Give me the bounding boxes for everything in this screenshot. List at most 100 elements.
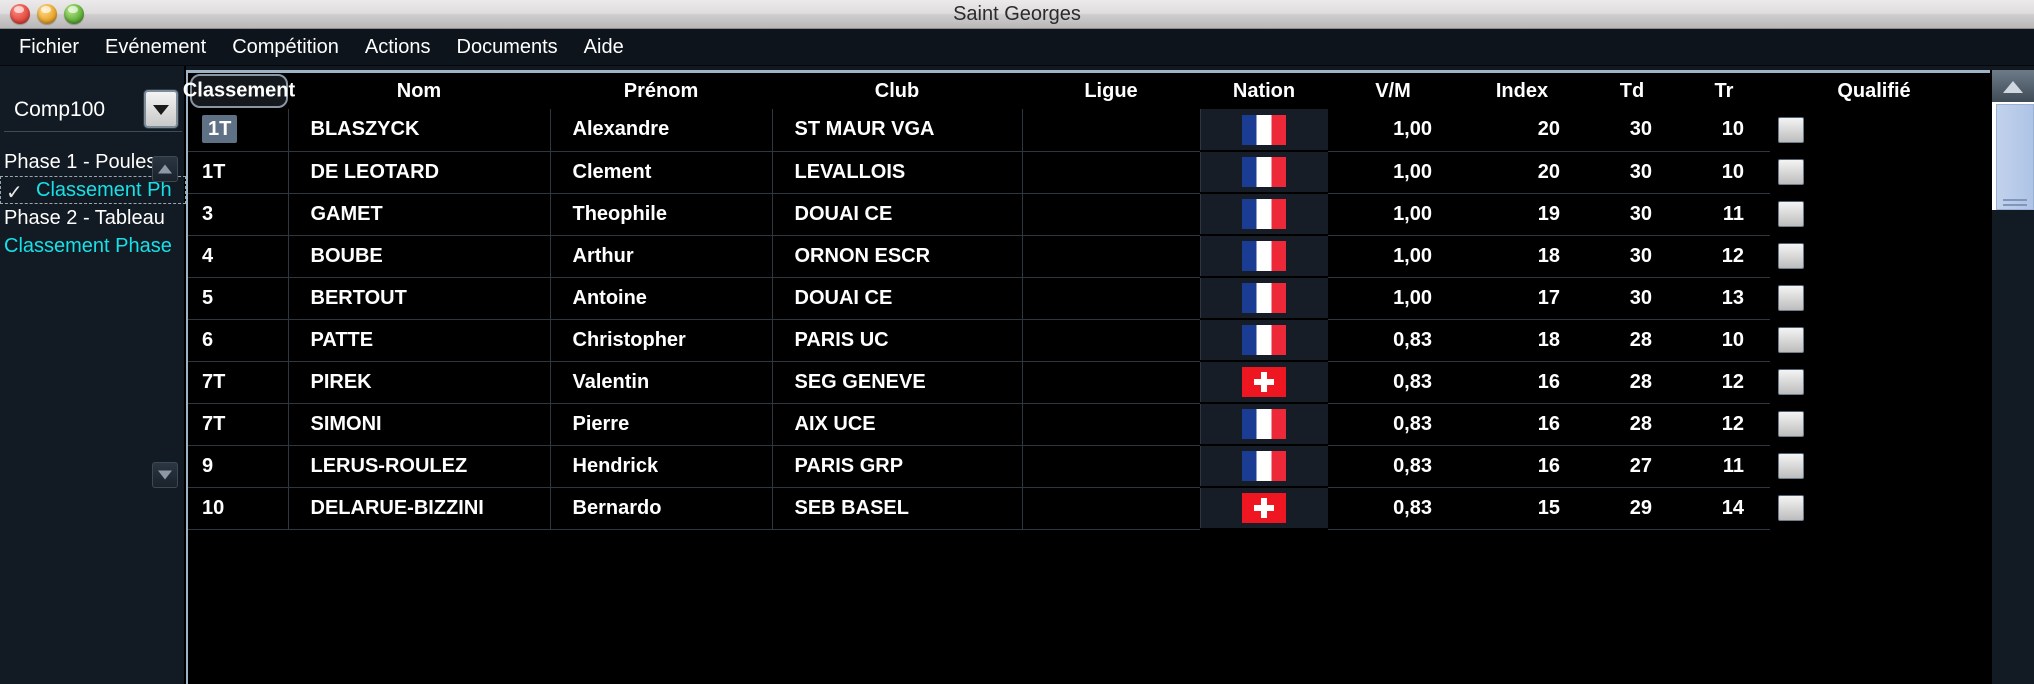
tree-item-phase-2[interactable]: Phase 2 - Tableau: [0, 204, 186, 232]
cell-classement[interactable]: 10: [188, 487, 289, 530]
cell-prenom[interactable]: Alexandre: [550, 109, 773, 152]
cell-prenom[interactable]: Christopher: [550, 319, 773, 362]
column-header-club[interactable]: Club: [772, 73, 1022, 109]
cell-vm[interactable]: 1,00: [1328, 151, 1458, 194]
cell-nation[interactable]: [1200, 487, 1328, 530]
cell-qualifie[interactable]: [1770, 193, 1978, 236]
cell-vm[interactable]: 0,83: [1328, 319, 1458, 362]
cell-td[interactable]: 30: [1586, 235, 1678, 278]
table-row[interactable]: 6 PATTE Christopher PARIS UC 0,83 18 28 10: [188, 319, 1978, 362]
cell-nation[interactable]: [1200, 361, 1328, 404]
cell-ligue[interactable]: [1022, 403, 1201, 446]
scroll-up-arrow-icon[interactable]: [1992, 70, 2034, 102]
table-row[interactable]: 4 BOUBE Arthur ORNON ESCR 1,00 18 30 12: [188, 235, 1978, 278]
cell-club[interactable]: AIX UCE: [772, 403, 1023, 446]
cell-classement[interactable]: 7T: [188, 361, 289, 404]
table-row[interactable]: 9 LERUS-ROULEZ Hendrick PARIS GRP 0,83 16 27 11: [188, 445, 1978, 488]
cell-index[interactable]: 16: [1458, 361, 1586, 404]
cell-vm[interactable]: 1,00: [1328, 277, 1458, 320]
table-row[interactable]: 5 BERTOUT Antoine DOUAI CE 1,00 17 30 13: [188, 277, 1978, 320]
qualifie-checkbox[interactable]: [1778, 411, 1804, 437]
qualifie-checkbox[interactable]: [1778, 495, 1804, 521]
cell-qualifie[interactable]: [1770, 277, 1978, 320]
menu-item-aide[interactable]: Aide: [571, 34, 637, 61]
cell-td[interactable]: 30: [1586, 151, 1678, 194]
cell-club[interactable]: PARIS UC: [772, 319, 1023, 362]
cell-nation[interactable]: [1200, 277, 1328, 320]
cell-classement[interactable]: 1T: [188, 109, 289, 152]
cell-nation[interactable]: [1200, 445, 1328, 488]
cell-vm[interactable]: 1,00: [1328, 193, 1458, 236]
cell-qualifie[interactable]: [1770, 235, 1978, 278]
cell-nation[interactable]: [1200, 109, 1328, 152]
cell-index[interactable]: 17: [1458, 277, 1586, 320]
cell-nation[interactable]: [1200, 403, 1328, 446]
cell-classement[interactable]: 9: [188, 445, 289, 488]
cell-ligue[interactable]: [1022, 319, 1201, 362]
cell-tr[interactable]: 14: [1678, 487, 1770, 530]
qualifie-checkbox[interactable]: [1778, 159, 1804, 185]
cell-prenom[interactable]: Valentin: [550, 361, 773, 404]
cell-club[interactable]: DOUAI CE: [772, 193, 1023, 236]
menu-item-documents[interactable]: Documents: [444, 34, 571, 61]
sidebar-scroll-up-arrow[interactable]: [152, 156, 178, 182]
cell-td[interactable]: 30: [1586, 193, 1678, 236]
cell-td[interactable]: 29: [1586, 487, 1678, 530]
cell-qualifie[interactable]: [1770, 445, 1978, 488]
cell-ligue[interactable]: [1022, 109, 1201, 152]
competition-selector[interactable]: Comp100: [4, 88, 182, 132]
column-header-vm[interactable]: V/M: [1328, 73, 1458, 109]
cell-prenom[interactable]: Antoine: [550, 277, 773, 320]
cell-club[interactable]: SEG GENEVE: [772, 361, 1023, 404]
cell-td[interactable]: 28: [1586, 361, 1678, 404]
cell-nom[interactable]: LERUS-ROULEZ: [288, 445, 551, 488]
cell-ligue[interactable]: [1022, 151, 1201, 194]
qualifie-checkbox[interactable]: [1778, 116, 1804, 143]
cell-td[interactable]: 30: [1586, 277, 1678, 320]
cell-nom[interactable]: DE LEOTARD: [288, 151, 551, 194]
cell-td[interactable]: 27: [1586, 445, 1678, 488]
cell-index[interactable]: 18: [1458, 319, 1586, 362]
cell-club[interactable]: ORNON ESCR: [772, 235, 1023, 278]
column-header-nation[interactable]: Nation: [1200, 73, 1328, 109]
sidebar-scroll-down-arrow[interactable]: [152, 462, 178, 488]
cell-tr[interactable]: 12: [1678, 361, 1770, 404]
cell-tr[interactable]: 10: [1678, 151, 1770, 194]
column-header-ligue[interactable]: Ligue: [1022, 73, 1200, 109]
cell-prenom[interactable]: Arthur: [550, 235, 773, 278]
tree-item-classement-phase-2[interactable]: Classement Phase: [0, 232, 186, 260]
cell-qualifie[interactable]: [1770, 319, 1978, 362]
cell-nation[interactable]: [1200, 151, 1328, 194]
cell-club[interactable]: DOUAI CE: [772, 277, 1023, 320]
cell-classement[interactable]: 6: [188, 319, 289, 362]
cell-td[interactable]: 28: [1586, 403, 1678, 446]
cell-tr[interactable]: 10: [1678, 109, 1770, 152]
cell-classement[interactable]: 4: [188, 235, 289, 278]
qualifie-checkbox[interactable]: [1778, 201, 1804, 227]
cell-index[interactable]: 20: [1458, 151, 1586, 194]
column-header-classement[interactable]: Classement: [183, 73, 295, 109]
cell-club[interactable]: ST MAUR VGA: [772, 109, 1023, 152]
vertical-scrollbar[interactable]: [1990, 70, 2034, 684]
table-row[interactable]: 1T DE LEOTARD Clement LEVALLOIS 1,00 20 30 10: [188, 151, 1978, 194]
cell-index[interactable]: 15: [1458, 487, 1586, 530]
cell-classement[interactable]: 5: [188, 277, 289, 320]
cell-club[interactable]: SEB BASEL: [772, 487, 1023, 530]
cell-index[interactable]: 16: [1458, 445, 1586, 488]
cell-tr[interactable]: 10: [1678, 319, 1770, 362]
cell-nation[interactable]: [1200, 235, 1328, 278]
cell-tr[interactable]: 11: [1678, 445, 1770, 488]
cell-qualifie[interactable]: [1770, 361, 1978, 404]
cell-ligue[interactable]: [1022, 277, 1201, 320]
menu-item-evenement[interactable]: Evénement: [92, 34, 219, 61]
cell-ligue[interactable]: [1022, 235, 1201, 278]
cell-club[interactable]: PARIS GRP: [772, 445, 1023, 488]
cell-nom[interactable]: PIREK: [288, 361, 551, 404]
menu-item-competition[interactable]: Compétition: [219, 34, 352, 61]
cell-qualifie[interactable]: [1770, 487, 1978, 530]
qualifie-checkbox[interactable]: [1778, 453, 1804, 479]
column-header-prenom[interactable]: Prénom: [550, 73, 772, 109]
cell-prenom[interactable]: Theophile: [550, 193, 773, 236]
cell-td[interactable]: 30: [1586, 109, 1678, 152]
cell-classement[interactable]: 3: [188, 193, 289, 236]
